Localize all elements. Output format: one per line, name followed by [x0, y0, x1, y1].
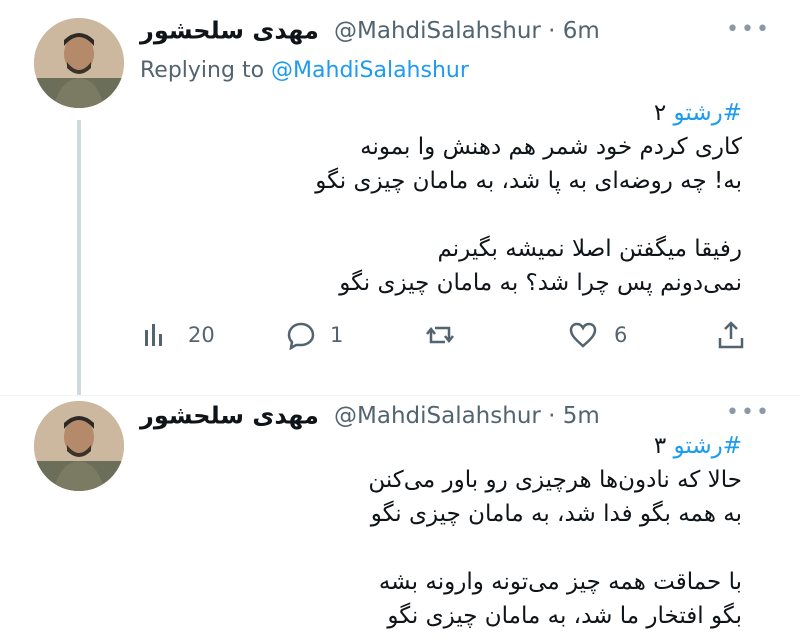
text-line: به! چه روضه‌ای به پا شد، به مامان چیزی ن… [315, 168, 742, 194]
hashtag-line: #رشتو ۳ [102, 429, 742, 463]
text-line [102, 531, 742, 565]
text-line: بگو افتخار ما شد، به مامان چیزی نگو [387, 603, 742, 629]
hashtag-line: #رشتو ۲ [102, 96, 742, 130]
like-icon [569, 322, 597, 348]
separator: · [548, 402, 556, 429]
handle-text: @MahdiSalahshur [334, 17, 541, 44]
author-handle[interactable]: @MahdiSalahshur · 5m [334, 403, 600, 429]
text-line: کاری کردم خود شمر هم دهنش وا بمونه [360, 134, 742, 160]
reply-count: 1 [330, 323, 344, 347]
views-count: 20 [188, 323, 215, 347]
tweet-text: #رشتو ۳ حالا که نادون‌ها هرچیزی رو باور … [102, 429, 742, 633]
like-button[interactable]: 6 [568, 318, 627, 352]
text-line: با حماقت همه چیز می‌تونه وارونه بشه [378, 569, 742, 595]
more-icon[interactable]: ••• [726, 19, 769, 41]
reply-button[interactable]: 1 [286, 318, 343, 352]
thread-number: ۳ [653, 433, 674, 459]
replying-mention[interactable]: @MahdiSalahshur [271, 58, 469, 83]
views-button[interactable]: 20 [140, 318, 215, 352]
text-line: حالا که نادون‌ها هرچیزی رو باور می‌کنن [368, 467, 742, 493]
thread-line [77, 120, 81, 395]
reply-icon [287, 322, 315, 350]
author-name[interactable]: مهدی سلحشور [140, 17, 319, 45]
more-icon[interactable]: ••• [726, 402, 769, 424]
tweet[interactable]: مهدی سلحشور @MahdiSalahshur · 5m ••• #رش… [0, 395, 800, 643]
timestamp[interactable]: 5m [563, 403, 600, 429]
separator: · [548, 17, 556, 44]
like-count: 6 [614, 323, 628, 347]
action-bar: 20 1 6 [140, 318, 750, 352]
tweet[interactable]: مهدی سلحشور @MahdiSalahshur · 6m ••• Rep… [0, 0, 800, 395]
views-icon [145, 324, 162, 346]
tweet-text: #رشتو ۲ کاری کردم خود شمر هم دهنش وا بمو… [102, 96, 742, 300]
tweet-header: مهدی سلحشور @MahdiSalahshur · 6m [140, 10, 730, 50]
author-handle[interactable]: @MahdiSalahshur · 6m [334, 18, 600, 44]
share-button[interactable] [716, 318, 746, 352]
text-line: به همه بگو فدا شد، به مامان چیزی نگو [370, 501, 742, 527]
retweet-icon [426, 326, 454, 344]
avatar[interactable] [34, 18, 124, 108]
share-icon [718, 321, 744, 349]
timestamp[interactable]: 6m [563, 18, 600, 44]
thread-number: ۲ [653, 100, 674, 126]
hashtag-link[interactable]: #رشتو [674, 433, 742, 459]
text-line: رفیقا میگفتن اصلا نمیشه بگیرنم [437, 236, 742, 262]
author-name[interactable]: مهدی سلحشور [140, 402, 319, 430]
replying-prefix: Replying to [140, 58, 265, 83]
text-line: نمی‌دونم پس چرا شد؟ به مامان چیزی نگو [339, 270, 742, 296]
hashtag-link[interactable]: #رشتو [674, 100, 742, 126]
text-line [102, 198, 742, 232]
replying-to: Replying to @MahdiSalahshur [140, 58, 469, 83]
handle-text: @MahdiSalahshur [334, 402, 541, 429]
retweet-button[interactable] [425, 318, 473, 352]
